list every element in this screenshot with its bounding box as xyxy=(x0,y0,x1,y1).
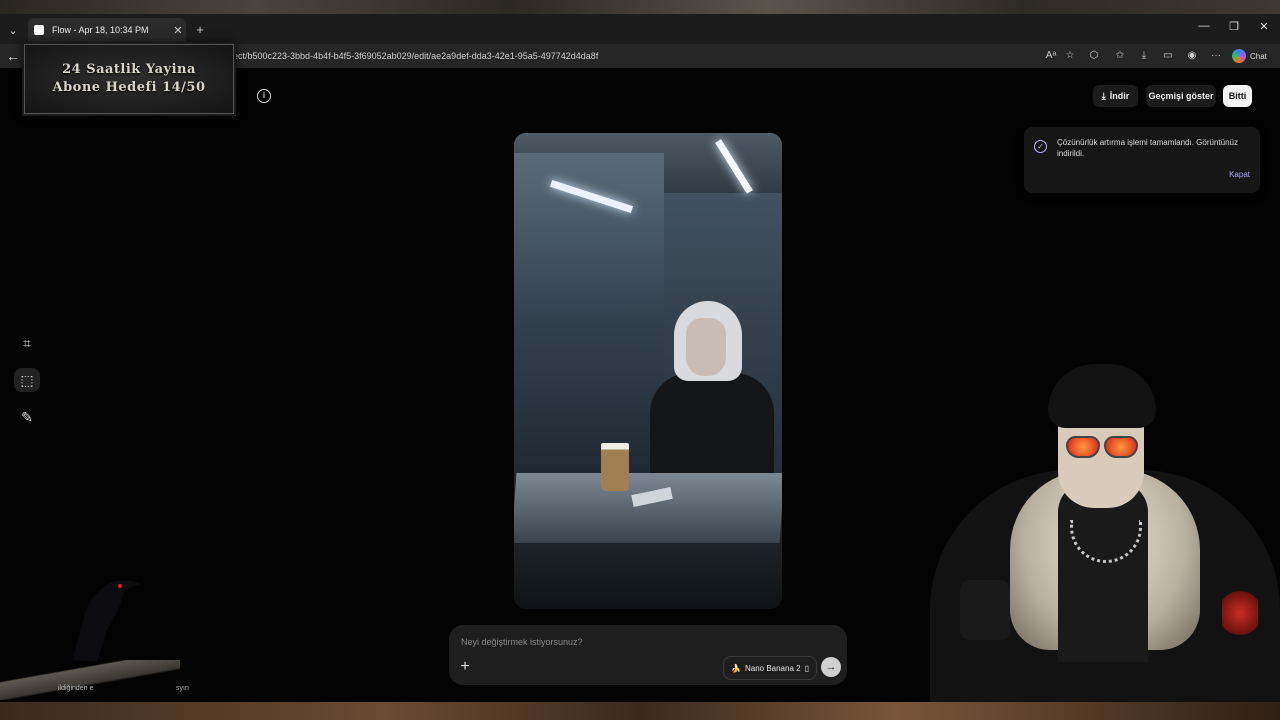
red-sunglasses xyxy=(1066,436,1138,458)
stream-frame-bottom xyxy=(0,702,1280,720)
toast-close-link[interactable]: Kapat xyxy=(1229,170,1250,179)
generated-image xyxy=(514,133,782,609)
select-region-tool-icon[interactable]: ⬚ xyxy=(14,368,40,392)
copilot-logo-icon xyxy=(1232,49,1246,63)
downloads-icon[interactable]: ⤓ xyxy=(1135,47,1153,65)
badge-line-1: 24 Saatlik Yayina xyxy=(62,62,196,77)
read-aloud-icon[interactable]: Aᵃ xyxy=(1042,47,1060,65)
upscale-toast: ✓ Çözünürlük artırma işlemi tamamlandı. … xyxy=(1024,127,1260,193)
rainy-window xyxy=(514,153,664,493)
edit-prompt-box: + 🍌 Nano Banana 2 ▯ → xyxy=(449,625,847,685)
url-field[interactable]: oject/b500c223-3bbd-4b4f-b4f5-3f69052ab0… xyxy=(226,47,1016,65)
new-tab-plus-icon[interactable]: + xyxy=(192,22,208,38)
close-window-icon[interactable]: ✕ xyxy=(1254,20,1274,33)
coffee-cup xyxy=(601,443,629,491)
aspect-ratio-icon: ▯ xyxy=(804,663,809,673)
banana-icon: 🍌 xyxy=(731,663,741,673)
footer-text-left: ildiğinden e xyxy=(58,685,94,692)
footer-text-right: syın xyxy=(176,685,189,692)
edit-prompt-input[interactable] xyxy=(459,633,843,651)
page-icon xyxy=(34,25,44,35)
profile-avatar-icon[interactable]: ◉ xyxy=(1183,47,1201,65)
download-button[interactable]: ⤓ İndir xyxy=(1093,85,1138,107)
back-arrow-icon[interactable]: ← xyxy=(4,46,22,66)
download-icon: ⤓ xyxy=(1101,90,1106,101)
add-attachment-plus-icon[interactable]: + xyxy=(457,658,473,676)
stream-frame-top xyxy=(0,0,1280,14)
chat-label: Chat xyxy=(1250,51,1267,61)
screen-share-icon[interactable]: ▭ xyxy=(1159,47,1177,65)
info-icon[interactable]: i xyxy=(257,89,271,103)
copilot-chat-button[interactable]: Chat xyxy=(1232,47,1267,65)
jacket-emblem xyxy=(1222,588,1258,638)
show-history-button[interactable]: Geçmişi göster xyxy=(1146,85,1216,107)
more-options-icon[interactable]: ··· xyxy=(1207,47,1225,65)
tab-list-chevron-icon[interactable]: ⌄ xyxy=(4,20,22,40)
download-label: İndir xyxy=(1109,91,1130,101)
model-selector[interactable]: 🍌 Nano Banana 2 ▯ xyxy=(723,656,817,680)
close-tab-icon[interactable]: ✕ xyxy=(170,24,186,37)
badge-line-2: Abone Hedefi 14/50 xyxy=(52,80,206,95)
restore-icon[interactable]: ❐ xyxy=(1224,20,1244,33)
jacket-patch xyxy=(960,580,1010,640)
done-label: Bitti xyxy=(1228,91,1247,101)
subscriber-goal-badge: 24 Saatlik Yayina Abone Hedefi 14/50 xyxy=(24,44,234,114)
send-arrow-icon[interactable]: → xyxy=(821,657,841,677)
history-label: Geçmişi göster xyxy=(1148,91,1214,101)
browser-tab[interactable]: Flow - Apr 18, 10:34 PM ✕ xyxy=(28,18,186,42)
done-button[interactable]: Bitti xyxy=(1223,85,1252,107)
table xyxy=(514,473,782,543)
minimize-icon[interactable]: — xyxy=(1194,20,1214,32)
favorites-icon[interactable]: ✩ xyxy=(1111,47,1129,65)
raven-overlay xyxy=(72,580,140,662)
favorite-star-icon[interactable]: ☆ xyxy=(1061,47,1079,65)
character-overlay xyxy=(930,360,1280,720)
tab-title: Flow - Apr 18, 10:34 PM xyxy=(52,25,149,35)
check-circle-icon: ✓ xyxy=(1034,140,1047,153)
toast-message: Çözünürlük artırma işlemi tamamlandı. Gö… xyxy=(1057,138,1238,158)
crop-tool-icon[interactable]: ⌗ xyxy=(14,331,40,355)
model-label: Nano Banana 2 xyxy=(744,663,801,673)
extensions-icon[interactable]: ⬡ xyxy=(1085,47,1103,65)
edit-brush-tool-icon[interactable]: ✎ xyxy=(14,405,40,429)
